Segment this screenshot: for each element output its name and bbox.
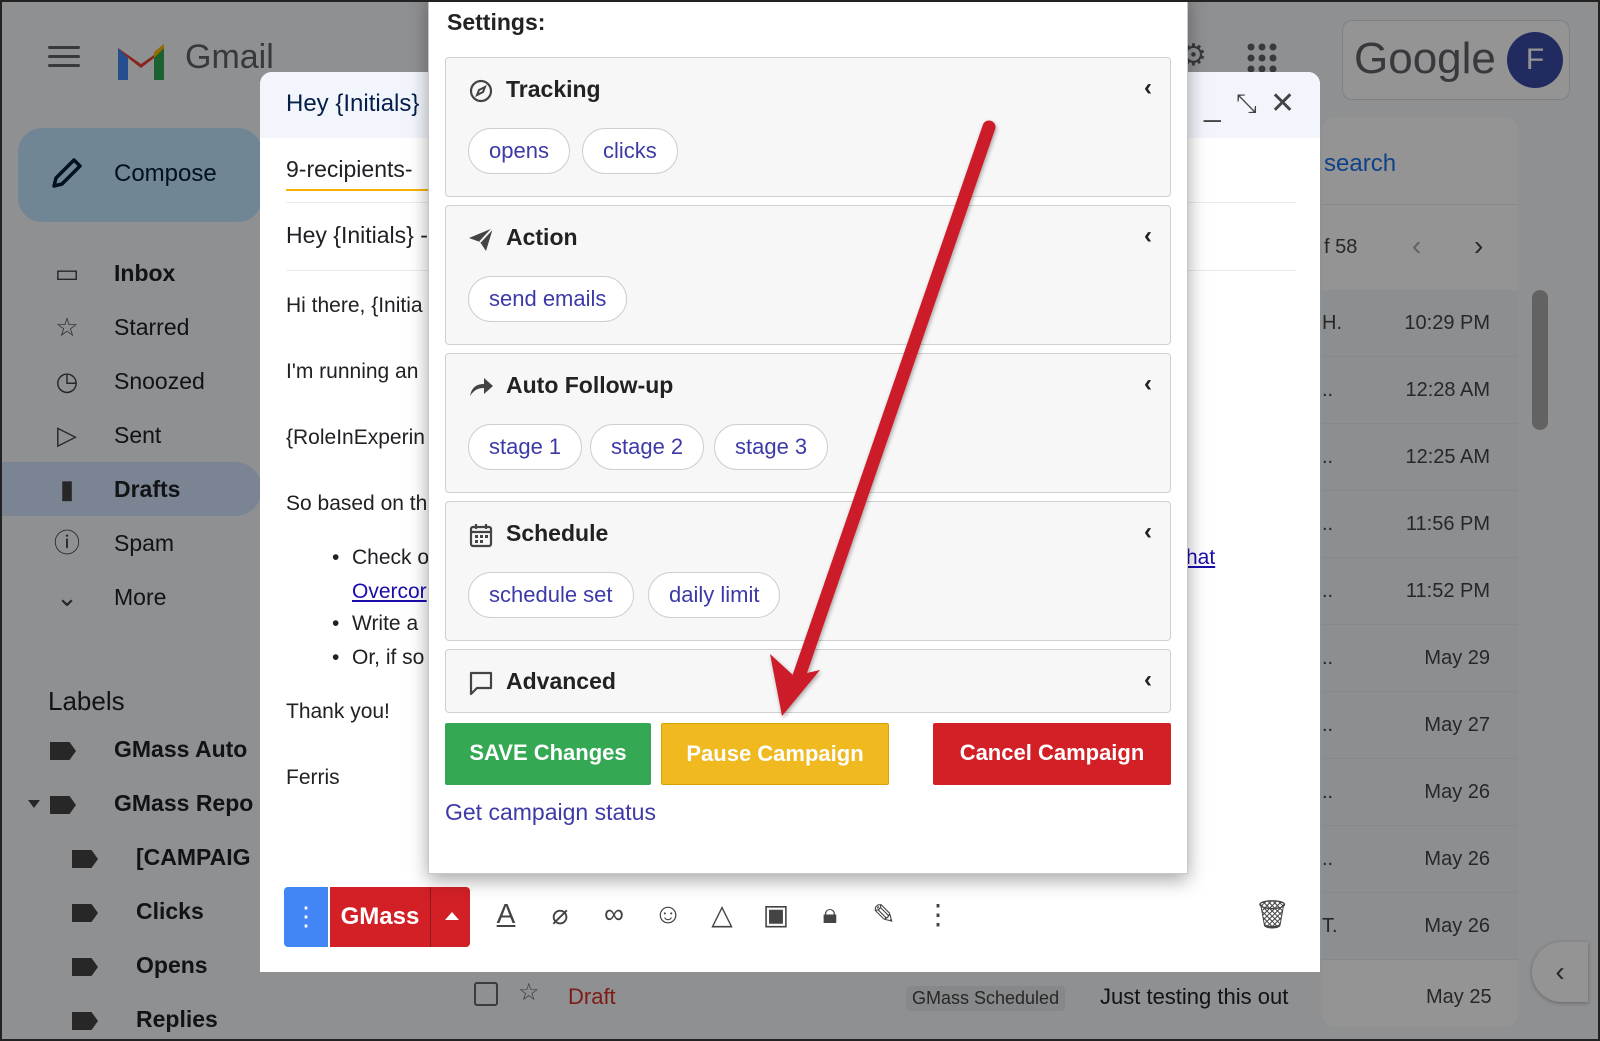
pill-stage-2[interactable]: stage 2 [590, 424, 705, 470]
pill-opens[interactable]: opens [468, 128, 570, 174]
body-paragraph: I'm running an [286, 360, 419, 383]
pause-campaign-button[interactable]: Pause Campaign [661, 723, 889, 785]
gmass-button[interactable]: GMass [330, 887, 430, 947]
paper-plane-icon [469, 227, 494, 251]
bullet-text: Write a [352, 612, 419, 635]
pill-clicks[interactable]: clicks [582, 128, 678, 174]
formatting-icon[interactable]: A [488, 898, 524, 930]
chevron-left-icon[interactable]: ‹ [1144, 666, 1152, 694]
chevron-left-icon[interactable]: ‹ [1144, 370, 1152, 398]
screenshot-frame: Gmail ⚙ Google F Compose ▭ Inbox ☆ Starr… [0, 0, 1600, 1041]
panel-schedule: Schedule ‹ schedule set daily limit [445, 501, 1171, 641]
emoji-icon[interactable]: ☺ [650, 898, 686, 930]
bullet-text: Or, if so [352, 646, 425, 669]
settings-title: Settings: [447, 9, 546, 35]
bullet-dot: • [332, 546, 340, 569]
chevron-left-icon[interactable]: ‹ [1144, 222, 1152, 250]
more-options-icon[interactable]: ⋮ [920, 898, 956, 931]
bullet-dot: • [332, 612, 340, 635]
panel-advanced[interactable]: Advanced ‹ [445, 649, 1171, 713]
comment-icon [469, 671, 493, 696]
chevron-left-icon[interactable]: ‹ [1144, 518, 1152, 546]
body-closing: Thank you! [286, 700, 390, 723]
minimize-icon[interactable]: _ [1204, 90, 1221, 124]
panel-title: Schedule [506, 520, 609, 546]
body-greeting: Hi there, {Initia [286, 294, 423, 317]
to-field[interactable]: 9-recipients- [286, 156, 434, 191]
body-paragraph: So based on th [286, 492, 428, 515]
pill-stage-3[interactable]: stage 3 [714, 424, 829, 470]
discard-draft-icon[interactable]: 🗑︎ [1254, 898, 1290, 931]
drive-icon[interactable]: △ [704, 898, 740, 931]
pill-schedule-set[interactable]: schedule set [468, 572, 634, 618]
body-paragraph: {RoleInExperin [286, 426, 425, 449]
photo-icon[interactable]: ▣ [758, 898, 794, 931]
gmass-settings-arrow-button[interactable] [430, 887, 470, 947]
pill-stage-1[interactable]: stage 1 [468, 424, 583, 470]
chevron-left-icon[interactable]: ‹ [1144, 74, 1152, 102]
attach-icon[interactable]: ⌀ [542, 898, 578, 931]
reply-arrow-icon [470, 378, 493, 396]
close-icon[interactable]: ✕ [1270, 86, 1295, 121]
exit-fullscreen-icon[interactable]: ⤡ [1236, 88, 1257, 120]
signature-pen-icon[interactable]: ✎ [866, 898, 902, 931]
panel-action: Action ‹ send emails [445, 205, 1171, 345]
body-link[interactable]: hat [1186, 546, 1215, 570]
gmass-options-button[interactable]: ⋮ [284, 887, 328, 947]
pill-daily-limit[interactable]: daily limit [648, 572, 781, 618]
panel-title: Tracking [506, 76, 601, 102]
bullet-text: Check o [352, 546, 430, 569]
panel-title: Action [506, 224, 578, 250]
bullet-dot: • [332, 646, 340, 669]
get-campaign-status-link[interactable]: Get campaign status [445, 799, 656, 826]
calendar-icon [469, 524, 493, 548]
pill-send-emails[interactable]: send emails [468, 276, 628, 322]
gmass-settings-popup: Settings: Tracking ‹ opens clicks Action… [428, 2, 1188, 874]
save-changes-button[interactable]: SAVE Changes [445, 723, 651, 785]
compose-title: Hey {Initials} [286, 90, 420, 117]
panel-tracking: Tracking ‹ opens clicks [445, 57, 1171, 197]
panel-title: Auto Follow-up [506, 372, 674, 398]
link-icon[interactable]: ∞ [596, 898, 632, 930]
panel-title: Advanced [506, 668, 616, 694]
body-link[interactable]: Overcor [352, 580, 427, 604]
compass-icon [469, 79, 493, 103]
confidential-mode-icon[interactable]: 🔒︎ [812, 898, 848, 931]
subject-field[interactable]: Hey {Initials} - [286, 222, 428, 249]
body-signature: Ferris [286, 766, 340, 789]
panel-auto-follow-up: Auto Follow-up ‹ stage 1 stage 2 stage 3 [445, 353, 1171, 493]
cancel-campaign-button[interactable]: Cancel Campaign [933, 723, 1171, 785]
